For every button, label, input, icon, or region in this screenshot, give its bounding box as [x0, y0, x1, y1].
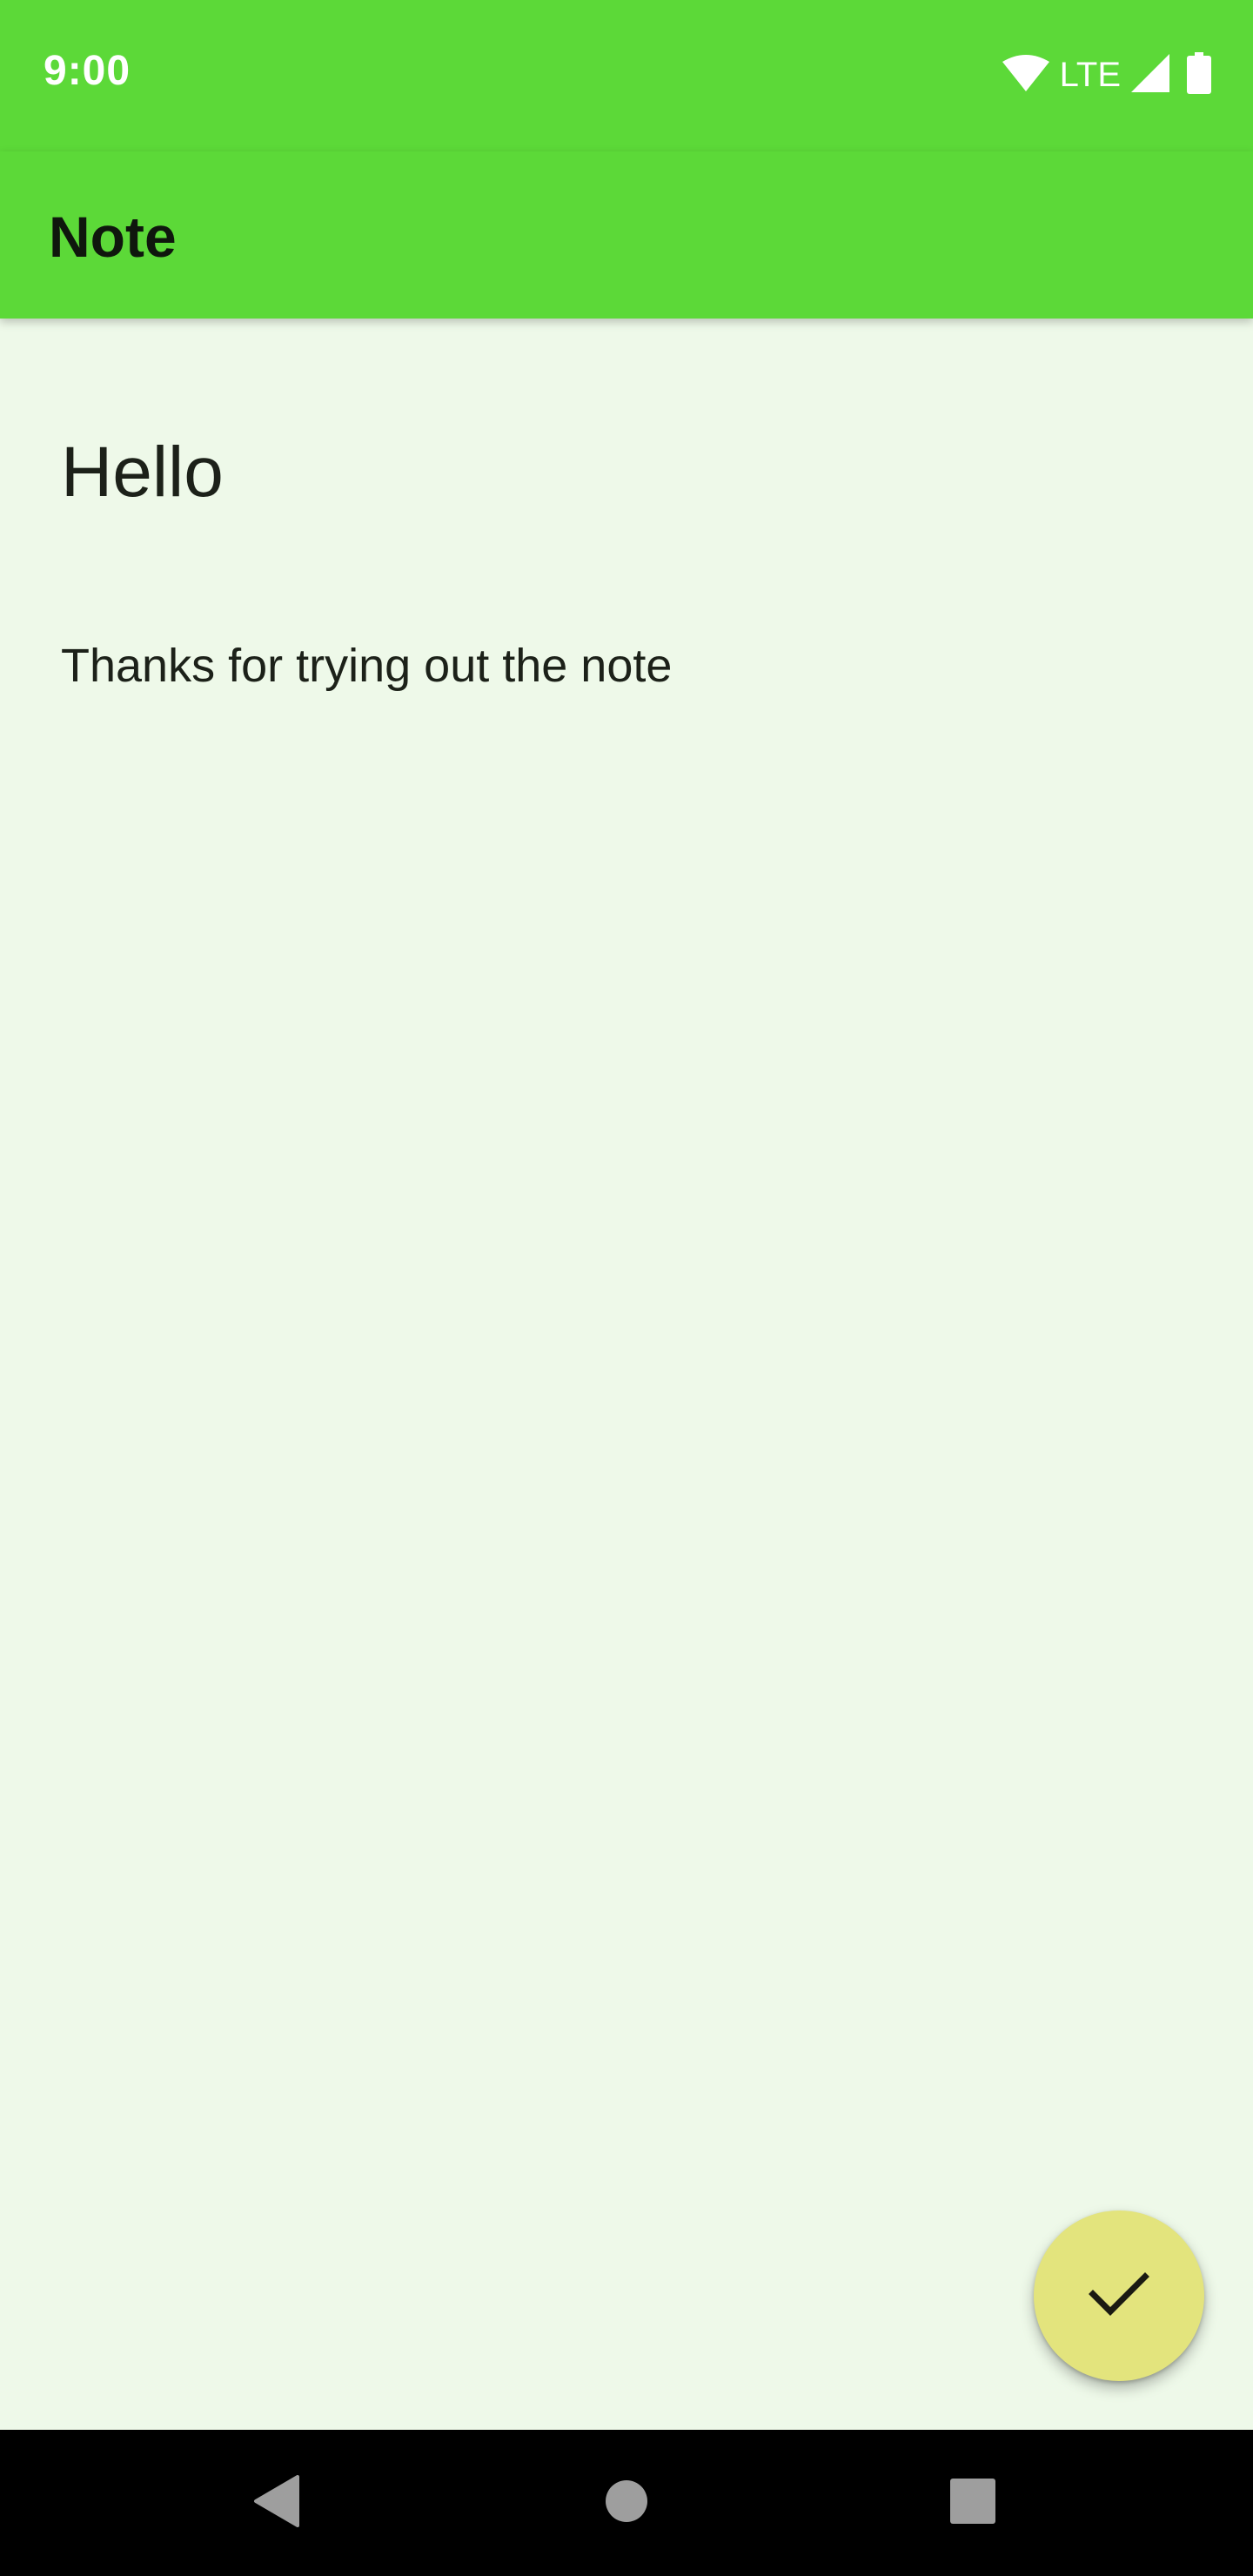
back-icon	[252, 2474, 301, 2532]
wifi-icon	[1002, 54, 1049, 96]
recents-button[interactable]	[900, 2430, 1046, 2576]
home-icon	[604, 2479, 649, 2528]
app-bar: Note	[0, 151, 1253, 319]
save-button[interactable]	[1034, 2210, 1204, 2381]
home-button[interactable]	[553, 2430, 700, 2576]
navigation-bar	[0, 2430, 1253, 2576]
network-type-label: LTE	[1059, 55, 1121, 94]
status-bar: 9:00 LTE	[0, 0, 1253, 151]
note-body[interactable]: Thanks for trying out the note	[61, 639, 672, 693]
back-button[interactable]	[204, 2430, 350, 2576]
recents-icon	[949, 2478, 996, 2529]
signal-icon	[1131, 53, 1169, 97]
note-title[interactable]: Hello	[61, 432, 224, 513]
page-title: Note	[49, 205, 177, 269]
status-time: 9:00	[44, 48, 131, 94]
status-icons: LTE	[1002, 51, 1211, 98]
check-icon	[1088, 2270, 1150, 2323]
battery-icon	[1187, 51, 1211, 98]
note-content: Hello Thanks for trying out the note	[0, 319, 1253, 2430]
